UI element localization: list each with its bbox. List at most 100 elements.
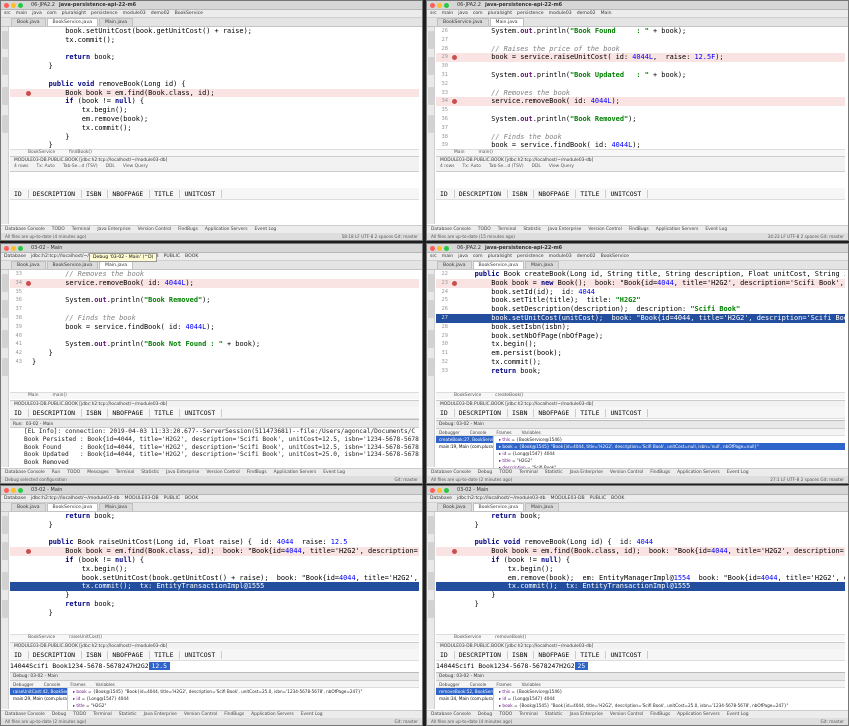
nav-item[interactable]: MODULE03-DB: [551, 496, 585, 501]
tool-window-button[interactable]: [428, 31, 434, 49]
editor-tab[interactable]: Main.java: [489, 18, 524, 26]
close-window-icon[interactable]: [4, 487, 9, 493]
tool-window-button[interactable]: [428, 330, 434, 348]
gutter[interactable]: [25, 133, 32, 142]
gutter[interactable]: [25, 609, 32, 618]
gutter[interactable]: [25, 574, 32, 583]
tool-window-button[interactable]: [428, 274, 434, 292]
gutter[interactable]: [25, 115, 32, 124]
column-header[interactable]: ISBN: [508, 408, 535, 417]
tool-window-tab[interactable]: Debug: [52, 712, 66, 717]
db-tool[interactable]: Tx: Auto: [462, 164, 480, 171]
stack-frame[interactable]: createBook:27, BookService: [436, 436, 493, 443]
gutter[interactable]: [451, 53, 458, 62]
tool-window-tab[interactable]: Terminal: [72, 227, 91, 232]
tool-window-button[interactable]: [428, 572, 434, 590]
editor-tab[interactable]: BookService.java: [472, 503, 525, 511]
tool-window-button[interactable]: [2, 115, 8, 133]
tool-window-button[interactable]: [2, 542, 8, 560]
tool-window-tab[interactable]: Event Log: [323, 470, 345, 475]
debug-tab[interactable]: Debugger: [439, 682, 460, 687]
gutter[interactable]: [451, 600, 458, 609]
gutter[interactable]: [25, 349, 32, 358]
tool-window-tab[interactable]: Event Log: [727, 470, 749, 475]
tool-window-tab[interactable]: Terminal: [519, 470, 538, 475]
breadcrumb-item[interactable]: BookService: [28, 635, 55, 641]
gutter[interactable]: [25, 270, 32, 279]
debug-tab[interactable]: Frames: [496, 430, 511, 435]
tool-window-tab[interactable]: Java Enterprise: [548, 227, 581, 232]
nav-item[interactable]: BOOK: [185, 254, 198, 259]
tool-window-tab[interactable]: Debug: [478, 470, 492, 475]
nav-item[interactable]: persistence: [517, 254, 544, 259]
tool-window-button[interactable]: [428, 57, 434, 75]
gutter[interactable]: [25, 124, 32, 133]
tool-window-tab[interactable]: FindBugs: [224, 712, 244, 717]
zoom-window-icon[interactable]: [444, 2, 449, 8]
db-tool[interactable]: View Query: [123, 164, 148, 171]
tool-window-tab[interactable]: Java Enterprise: [97, 227, 130, 232]
column-header[interactable]: DESCRIPTION: [455, 189, 509, 198]
nav-item[interactable]: com: [47, 11, 57, 16]
nav-item[interactable]: BOOK: [185, 496, 198, 501]
nav-item[interactable]: java: [458, 11, 468, 16]
breadcrumb-item[interactable]: BookService: [454, 393, 481, 399]
gutter[interactable]: [451, 27, 458, 36]
column-header[interactable]: DESCRIPTION: [29, 408, 83, 417]
variable-row[interactable]: ▸ id = {Long@1547} 4044: [70, 695, 419, 702]
gutter[interactable]: [25, 62, 32, 71]
breadcrumb-item[interactable]: raiseUnitCost(): [69, 635, 102, 641]
column-header[interactable]: NBOFPAGE: [108, 408, 151, 417]
tool-window-button[interactable]: [428, 358, 434, 376]
db-tool[interactable]: Tx: Auto: [36, 164, 54, 171]
tool-window-tab[interactable]: FindBugs: [650, 712, 670, 717]
code-editor[interactable]: return book; } public void removeBook(Lo…: [436, 512, 845, 634]
editor-tab[interactable]: Main.java: [99, 18, 134, 26]
gutter[interactable]: [451, 133, 458, 142]
gutter[interactable]: [25, 521, 32, 530]
gutter[interactable]: [25, 565, 32, 574]
column-header[interactable]: NBOFPAGE: [108, 189, 151, 198]
gutter[interactable]: [451, 115, 458, 124]
gutter[interactable]: [451, 332, 458, 341]
nav-item[interactable]: Main: [601, 11, 612, 16]
gutter[interactable]: [451, 591, 458, 600]
editor-tab[interactable]: Main.java: [99, 503, 134, 511]
nav-item[interactable]: demo02: [577, 254, 596, 259]
tool-window-button[interactable]: [2, 300, 8, 318]
nav-item[interactable]: main: [442, 254, 453, 259]
nav-item[interactable]: com: [473, 11, 483, 16]
column-header[interactable]: NBOFPAGE: [108, 650, 151, 659]
variable-row[interactable]: ▸ this = {BookService@1546}: [496, 688, 845, 695]
nav-item[interactable]: MODULE03-DB: [125, 496, 159, 501]
column-header[interactable]: DESCRIPTION: [29, 650, 83, 659]
status-info[interactable]: 34:23 LF UTF-8 2 spaces Git: master: [768, 234, 844, 239]
gutter[interactable]: [25, 314, 32, 323]
status-info[interactable]: Git: master: [394, 719, 418, 724]
cell-unitcost[interactable]: 25: [574, 662, 589, 670]
gutter[interactable]: [25, 45, 32, 54]
editor-tab[interactable]: BookService.java: [472, 261, 525, 269]
gutter[interactable]: [25, 600, 32, 609]
zoom-window-icon[interactable]: [444, 245, 449, 251]
variable-row[interactable]: ▸ book = {Book@1545} "Book{id=4044, titl…: [496, 443, 845, 450]
nav-item[interactable]: src: [430, 11, 437, 16]
column-header[interactable]: ID: [10, 408, 29, 417]
debug-tab[interactable]: Console: [470, 430, 487, 435]
nav-item[interactable]: src: [430, 254, 437, 259]
debug-tab[interactable]: Console: [470, 682, 487, 687]
status-info[interactable]: 27:1 LF UTF-8 2 spaces Git: master: [770, 477, 844, 482]
tool-window-tab[interactable]: Statistic: [119, 712, 137, 717]
gutter[interactable]: [451, 538, 458, 547]
variable-row[interactable]: ▸ title = "H2G2": [70, 702, 419, 709]
nav-item[interactable]: module03: [123, 11, 146, 16]
tool-window-tab[interactable]: Statistic: [545, 712, 563, 717]
column-header[interactable]: ISBN: [82, 650, 109, 659]
gutter[interactable]: [451, 367, 458, 376]
column-header[interactable]: NBOFPAGE: [534, 408, 577, 417]
column-header[interactable]: UNITCOST: [180, 650, 223, 659]
variable-row[interactable]: ▸ id = {Long@1547} 4044: [496, 450, 845, 457]
gutter[interactable]: [25, 288, 32, 297]
column-header[interactable]: ID: [436, 408, 455, 417]
tool-window-tab[interactable]: Terminal: [519, 712, 538, 717]
